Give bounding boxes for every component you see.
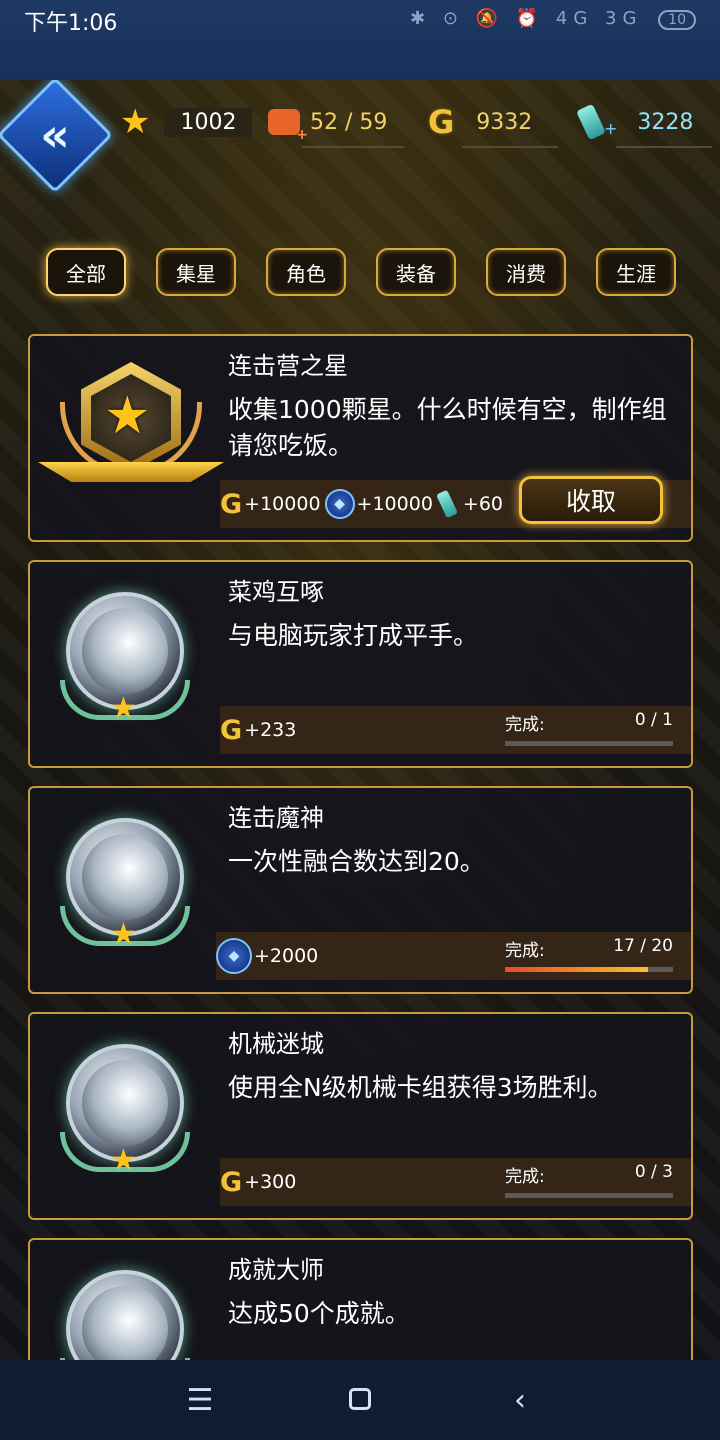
- achievement-description: 收集1000颗星。什么时候有空，制作组请您吃饭。: [228, 395, 667, 460]
- badge-reward: ◆ +10000: [324, 489, 433, 519]
- achievement-title: 机械迷城: [228, 1030, 324, 1058]
- achievement-card: ★ 连击魔神 一次性融合数达到20。 ◆ +2000 完成: 17 / 20: [28, 786, 693, 994]
- gold-reward-amount: +300: [244, 1171, 297, 1193]
- gold-counter: G 9332: [428, 102, 558, 148]
- gold-value: 9332: [476, 109, 533, 135]
- collect-button[interactable]: 收取: [519, 476, 663, 524]
- energy-counter[interactable]: 52 / 59: [268, 102, 404, 148]
- back-nav-button[interactable]: ‹: [490, 1383, 550, 1418]
- crystal-value: 3228: [637, 109, 694, 135]
- home-icon: [349, 1387, 371, 1410]
- badge-reward: ◆ +2000: [216, 938, 318, 974]
- achievement-description: 与电脑玩家打成平手。: [228, 621, 479, 650]
- progress: 完成: 17 / 20: [505, 936, 673, 972]
- progress-value: 17 / 20: [613, 936, 673, 956]
- divider: [462, 146, 558, 148]
- achievement-screen: « ★ 1002 52 / 59 G 9332 + 3228 全部 集星 角色 …: [0, 80, 720, 1360]
- progress: 完成: 0 / 1: [505, 710, 673, 746]
- gold-reward-amount: +10000: [244, 493, 321, 515]
- achievement-card: 成就大师 达成50个成就。: [28, 1238, 693, 1360]
- gold-reward: G +233: [220, 715, 296, 746]
- divider: [616, 146, 712, 148]
- achievement-card: ★ 连击营之星 收集1000颗星。什么时候有空，制作组请您吃饭。 G +1000…: [28, 334, 693, 542]
- gold-coin-icon: G: [220, 714, 243, 746]
- home-button[interactable]: [330, 1383, 390, 1418]
- achievement-description: 使用全N级机械卡组获得3场胜利。: [228, 1073, 613, 1102]
- progress-bar: [505, 967, 673, 972]
- crystal-counter[interactable]: + 3228: [576, 102, 712, 148]
- crystal-reward-amount: +60: [462, 493, 504, 515]
- crystal-reward: +60: [435, 489, 504, 519]
- dragon-badge-icon: ◆: [324, 489, 355, 519]
- gold-coin-icon: G: [428, 103, 455, 141]
- progress: 完成: 0 / 3: [505, 1162, 673, 1198]
- system-nav-bar: ☰ ‹: [0, 1360, 720, 1440]
- status-icons: ✱ ⊙ 🔕 ⏰ 4G 3G 10: [410, 8, 696, 30]
- progress-label: 完成:: [505, 715, 545, 735]
- tab-characters[interactable]: 角色: [266, 248, 346, 296]
- progress-label: 完成:: [505, 941, 545, 961]
- back-button[interactable]: «: [0, 80, 113, 193]
- gold-reward-amount: +233: [244, 719, 297, 741]
- achievement-title: 菜鸡互啄: [228, 578, 324, 606]
- stars-counter: ★ 1002: [120, 102, 253, 142]
- badge-reward-amount: +2000: [254, 945, 319, 967]
- achievement-card: ★ 菜鸡互啄 与电脑玩家打成平手。 G +233 完成: 0 / 1: [28, 560, 693, 768]
- gold-reward: G +300: [220, 1167, 296, 1198]
- star-icon: ★: [120, 102, 151, 142]
- status-bar: 下午1:06 ✱ ⊙ 🔕 ⏰ 4G 3G 10: [0, 0, 720, 80]
- silver-dragon-medal-icon: ★: [60, 586, 190, 726]
- progress-fill: [505, 967, 648, 972]
- category-tabs: 全部 集星 角色 装备 消费 生涯: [46, 248, 676, 296]
- silver-dragon-medal-icon: ★: [60, 812, 190, 952]
- gold-star-medal-icon: ★: [38, 358, 224, 498]
- status-indicator-icons: ✱ ⊙ 🔕 ⏰ 4G 3G: [410, 8, 643, 29]
- progress-label: 完成:: [505, 1167, 545, 1187]
- stars-value: 1002: [164, 107, 253, 137]
- double-chevron-left-icon: «: [40, 108, 70, 162]
- achievement-title: 成就大师: [228, 1256, 324, 1284]
- silver-dragon-medal-icon: ★: [60, 1038, 190, 1178]
- divider: [302, 146, 404, 148]
- gold-coin-icon: G: [220, 1166, 243, 1198]
- menu-icon[interactable]: ☰: [170, 1383, 230, 1418]
- crystal-icon: [576, 103, 606, 141]
- energy-value: 52 / 59: [310, 109, 388, 135]
- gold-coin-icon: G: [220, 488, 243, 520]
- achievement-card: ★ 机械迷城 使用全N级机械卡组获得3场胜利。 G +300 完成: 0 / 3: [28, 1012, 693, 1220]
- achievement-description: 一次性融合数达到20。: [228, 847, 485, 876]
- silver-dragon-medal-icon: [60, 1264, 190, 1360]
- battery-icon: 10: [658, 10, 696, 30]
- progress-bar: [505, 1193, 673, 1198]
- dragon-badge-icon: ◆: [216, 938, 252, 974]
- achievement-description: 达成50个成就。: [228, 1299, 410, 1328]
- progress-bar: [505, 741, 673, 746]
- tab-consumption[interactable]: 消费: [486, 248, 566, 296]
- tab-equipment[interactable]: 装备: [376, 248, 456, 296]
- gold-reward: G +10000: [220, 489, 321, 520]
- status-time: 下午1:06: [24, 11, 118, 36]
- crystal-icon: [435, 489, 458, 519]
- energy-icon: [268, 109, 308, 143]
- progress-value: 0 / 1: [634, 710, 673, 730]
- tab-career[interactable]: 生涯: [596, 248, 676, 296]
- tab-stars[interactable]: 集星: [156, 248, 236, 296]
- tab-all[interactable]: 全部: [46, 248, 126, 296]
- achievement-title: 连击魔神: [228, 804, 324, 832]
- badge-reward-amount: +10000: [356, 493, 433, 515]
- plus-icon: +: [604, 118, 618, 138]
- achievement-title: 连击营之星: [228, 352, 348, 380]
- progress-value: 0 / 3: [634, 1162, 673, 1182]
